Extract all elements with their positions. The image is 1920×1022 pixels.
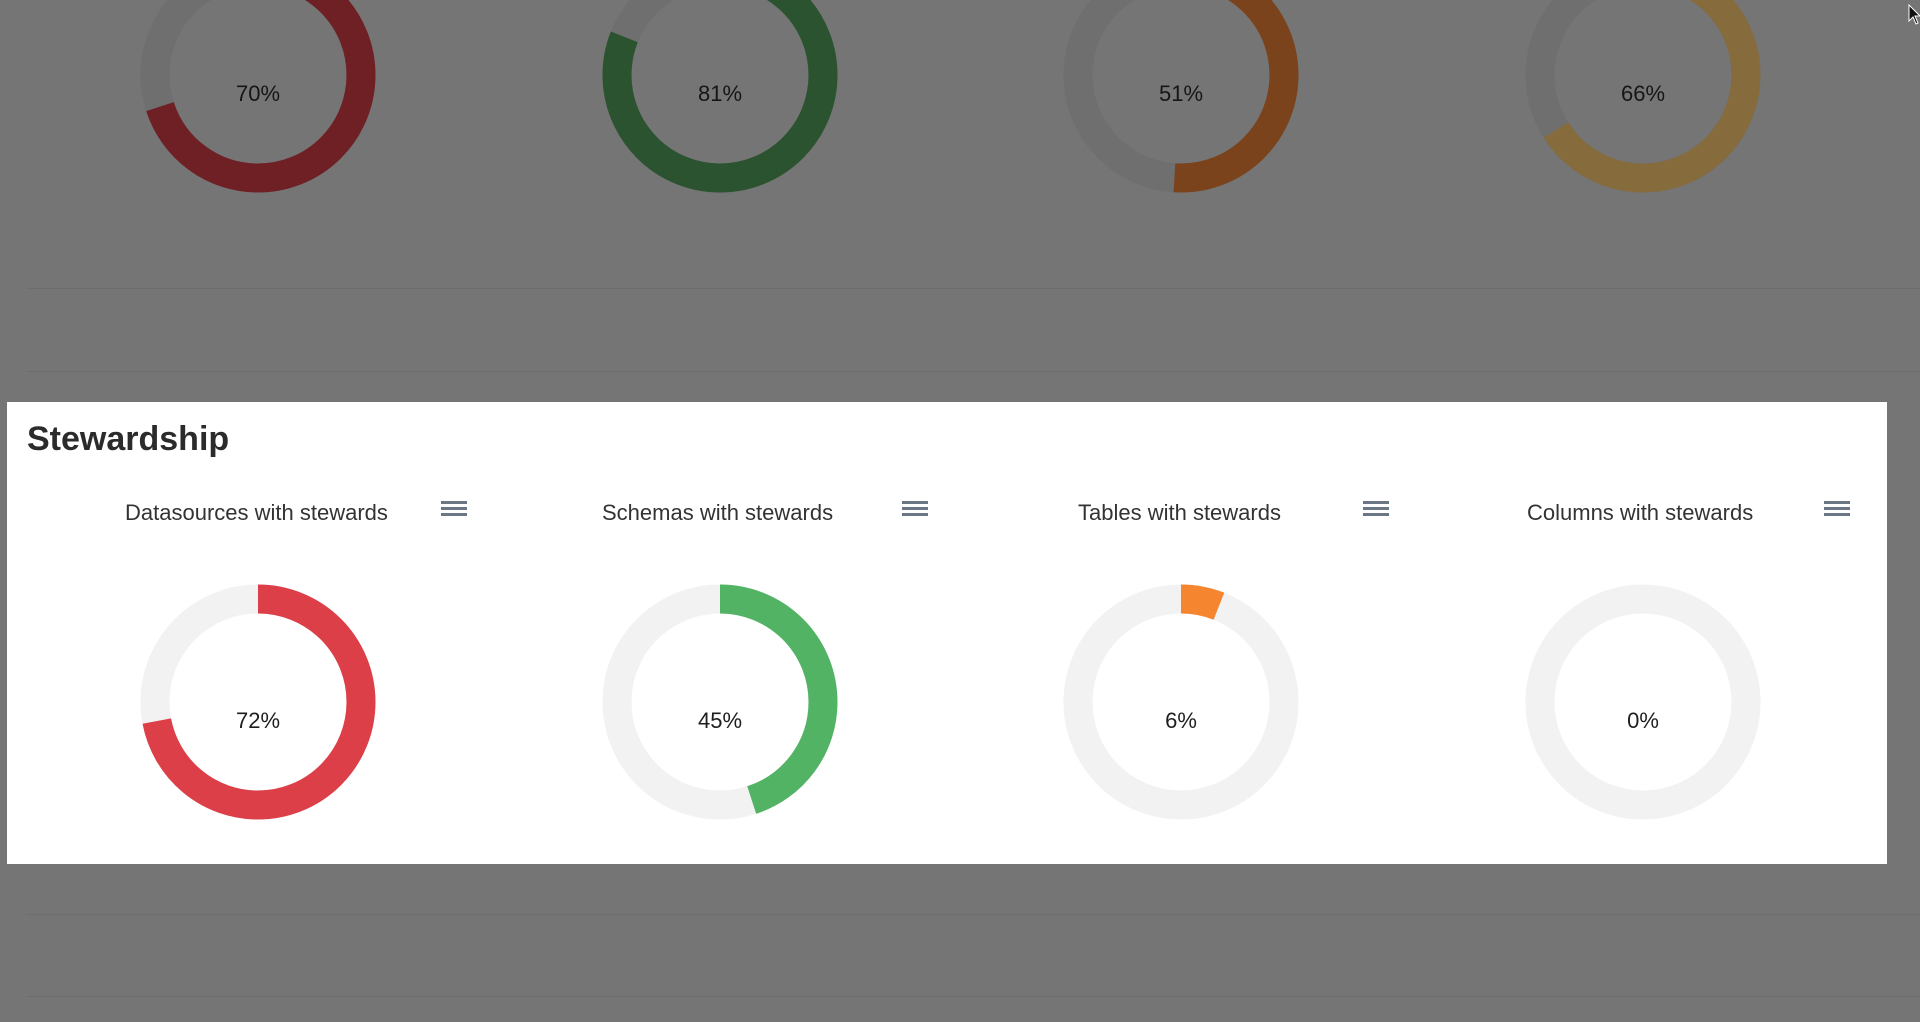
card-title-datasources: Datasources with stewards: [125, 500, 388, 525]
section-divider: [26, 996, 1920, 997]
section-divider: [26, 288, 1920, 289]
section-divider: [26, 371, 1920, 372]
hamburger-menu-icon[interactable]: [1824, 501, 1850, 521]
mouse-cursor-icon: [1908, 4, 1920, 25]
donut-percentage: 0%: [1627, 708, 1659, 733]
donut-percentage: 66%: [1620, 81, 1666, 106]
donut-chart-schemas: 45%: [600, 582, 840, 822]
donut-percentage: 45%: [697, 708, 743, 733]
section-divider: [26, 914, 1920, 915]
section-title: Stewardship: [27, 420, 230, 458]
hamburger-menu-icon[interactable]: [902, 501, 928, 521]
bg-donut-chart: 66%: [1523, 0, 1763, 195]
donut-percentage: 51%: [1158, 81, 1204, 106]
hamburger-menu-icon[interactable]: [1363, 501, 1389, 521]
donut-percentage: 81%: [697, 81, 743, 106]
bg-donut-chart: 70%: [138, 0, 378, 195]
card-title-schemas: Schemas with stewards: [602, 500, 834, 525]
stewardship-panel: Stewardship Datasources with stewards 72…: [7, 402, 1887, 864]
donut-percentage: 6%: [1165, 708, 1197, 733]
donut-percentage: 72%: [235, 708, 281, 733]
hamburger-menu-icon[interactable]: [441, 501, 467, 521]
bg-donut-chart: 51%: [1061, 0, 1301, 195]
donut-chart-columns: 0%: [1523, 582, 1763, 822]
card-title-tables: Tables with stewards: [1078, 500, 1281, 525]
donut-chart-tables: 6%: [1061, 582, 1301, 822]
bg-donut-chart: 81%: [600, 0, 840, 195]
card-title-columns: Columns with stewards: [1527, 500, 1754, 525]
donut-chart-datasources: 72%: [138, 582, 378, 822]
donut-percentage: 70%: [235, 81, 281, 106]
